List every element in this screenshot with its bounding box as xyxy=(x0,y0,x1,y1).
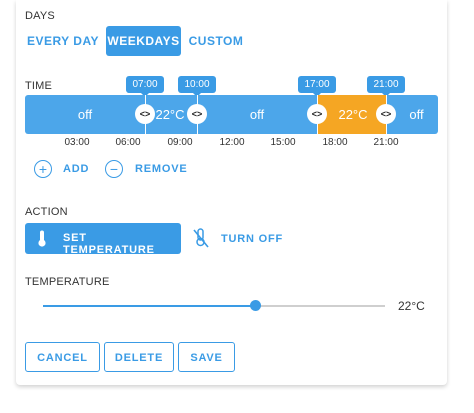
days-option-weekdays[interactable]: WEEKDAYS xyxy=(106,26,181,56)
thermometer-off-icon[interactable] xyxy=(193,228,209,248)
time-tick-label: 21:00 xyxy=(373,137,399,148)
drag-handle-icon[interactable]: <> xyxy=(307,104,327,124)
delete-button[interactable]: DELETE xyxy=(104,342,174,372)
action-section-label: ACTION xyxy=(25,206,68,218)
temperature-slider[interactable] xyxy=(43,300,385,311)
remove-button[interactable]: REMOVE xyxy=(135,163,187,175)
add-circle-icon[interactable]: + xyxy=(34,160,52,178)
temperature-slider-fill xyxy=(43,305,256,307)
time-bubble-start-2: 17:00 xyxy=(298,76,336,97)
time-bubble-start-1: 07:00 xyxy=(126,76,164,97)
temperature-section-label: TEMPERATURE xyxy=(25,276,110,288)
turn-off-button[interactable]: TURN OFF xyxy=(221,233,283,245)
time-tick-label: 03:00 xyxy=(64,137,90,148)
drag-handle-icon[interactable]: <> xyxy=(187,104,207,124)
segment-label-off-1: off xyxy=(77,107,93,122)
time-tick-label: 12:00 xyxy=(219,137,245,148)
time-tick-label: 06:00 xyxy=(115,137,141,148)
drag-handle-icon[interactable]: <> xyxy=(135,104,155,124)
time-tick-label: 09:00 xyxy=(167,137,193,148)
schedule-editor-card xyxy=(16,0,447,385)
segment-label-off-2: off xyxy=(249,107,265,122)
segment-label-off-3: off xyxy=(409,107,424,122)
time-bubble-end-2: 21:00 xyxy=(367,76,405,97)
segment-label-temp-1: 22°C xyxy=(155,107,185,122)
time-bubble-end-1: 10:00 xyxy=(178,76,216,97)
days-section-label: DAYS xyxy=(25,10,55,22)
remove-circle-icon[interactable]: − xyxy=(105,160,123,178)
temperature-value: 22°C xyxy=(398,299,425,313)
set-temperature-label: SET TEMPERATURE xyxy=(63,232,155,256)
time-schedule-bar[interactable]: off 22°C off 22°C off <> <> <> <> xyxy=(25,95,438,134)
time-tick-label: 18:00 xyxy=(322,137,348,148)
drag-handle-icon[interactable]: <> xyxy=(376,104,396,124)
cancel-button[interactable]: CANCEL xyxy=(25,342,100,372)
days-option-every-day[interactable]: EVERY DAY xyxy=(25,26,101,56)
temperature-slider-thumb[interactable] xyxy=(250,300,262,311)
days-option-custom[interactable]: CUSTOM xyxy=(186,26,246,56)
thermometer-icon xyxy=(38,230,46,247)
segment-label-temp-2: 22°C xyxy=(338,107,368,122)
set-temperature-button[interactable]: SET TEMPERATURE xyxy=(25,223,181,256)
time-section-label: TIME xyxy=(25,80,53,92)
save-button[interactable]: SAVE xyxy=(178,342,235,372)
time-tick-label: 15:00 xyxy=(270,137,296,148)
add-button[interactable]: ADD xyxy=(63,163,89,175)
